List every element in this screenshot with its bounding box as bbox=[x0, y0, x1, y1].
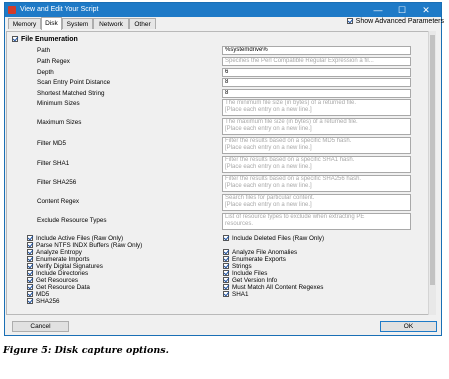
field-label-content-regex: Content Regex bbox=[37, 198, 80, 205]
option-include-directories[interactable]: Include Directories bbox=[27, 270, 88, 277]
show-advanced-toggle[interactable]: Show Advanced Parameters bbox=[346, 17, 444, 27]
app-icon bbox=[8, 6, 16, 14]
option-enumerate-exports[interactable]: Enumerate Exports bbox=[223, 256, 286, 263]
field-label-path: Path bbox=[37, 47, 50, 54]
tab-network[interactable]: Network bbox=[93, 18, 129, 29]
option-enumerate-imports[interactable]: Enumerate Imports bbox=[27, 256, 90, 263]
option-label: SHA1 bbox=[232, 291, 249, 298]
option-include-files[interactable]: Include Files bbox=[223, 270, 267, 277]
window-title: View and Edit Your Script bbox=[20, 6, 99, 13]
field-label-minimum-sizes: Minimum Sizes bbox=[37, 100, 80, 107]
option-include-deleted-files[interactable]: Include Deleted Files (Raw Only) bbox=[223, 235, 324, 242]
filter-sha256-input[interactable]: Filter the results based on a specific S… bbox=[222, 175, 411, 192]
tab-other[interactable]: Other bbox=[129, 18, 156, 29]
file-enumeration-label: File Enumeration bbox=[21, 36, 78, 43]
option-get-version-info[interactable]: Get Version Info bbox=[223, 277, 277, 284]
option-verify-digital-signatures[interactable]: Verify Digital Signatures bbox=[27, 263, 103, 270]
close-icon[interactable]: ✕ bbox=[415, 3, 437, 17]
option-label: Analyze File Anomalies bbox=[232, 249, 298, 256]
option-sha256[interactable]: SHA256 bbox=[27, 298, 59, 305]
exclude-resource-types-input[interactable]: List of resource types to exclude when e… bbox=[222, 213, 411, 230]
checkbox[interactable] bbox=[27, 284, 33, 291]
option-label: Get Resources bbox=[36, 277, 78, 284]
option-get-resources[interactable]: Get Resources bbox=[27, 277, 78, 284]
field-label-maximum-sizes: Maximum Sizes bbox=[37, 119, 82, 126]
option-label: Include Active Files (Raw Only) bbox=[36, 235, 124, 242]
checkbox[interactable] bbox=[27, 291, 33, 298]
option-label: SHA256 bbox=[36, 298, 60, 305]
title-bar: View and Edit Your Script — ☐ ✕ bbox=[5, 3, 441, 17]
option-label: Verify Digital Signatures bbox=[36, 263, 103, 270]
field-label-path-regex: Path Regex bbox=[37, 58, 70, 65]
vertical-scrollbar[interactable] bbox=[428, 31, 436, 315]
tab-memory[interactable]: Memory bbox=[8, 18, 41, 29]
field-label-scan-entry-point-distance: Scan Entry Point Distance bbox=[37, 79, 111, 86]
scan-entry-point-distance-input[interactable]: 8 bbox=[222, 78, 411, 87]
checkbox[interactable] bbox=[27, 242, 33, 249]
checkbox[interactable] bbox=[223, 263, 229, 270]
checkbox[interactable] bbox=[27, 298, 33, 305]
tab-system[interactable]: System bbox=[62, 18, 93, 29]
checkbox[interactable] bbox=[223, 249, 229, 256]
show-advanced-checkbox[interactable] bbox=[346, 18, 353, 25]
field-label-filter-sha1: Filter SHA1 bbox=[37, 160, 70, 167]
checkbox[interactable] bbox=[27, 235, 33, 242]
checkbox[interactable] bbox=[223, 277, 229, 284]
scrollbar-thumb[interactable] bbox=[430, 35, 435, 285]
ok-button[interactable]: OK bbox=[380, 321, 437, 332]
checkbox[interactable] bbox=[27, 256, 33, 263]
checkbox[interactable] bbox=[223, 270, 229, 277]
minimum-sizes-input[interactable]: The minimum file size (in bytes) of a re… bbox=[222, 99, 411, 116]
tab-disk[interactable]: Disk bbox=[41, 17, 62, 30]
option-label: Enumerate Exports bbox=[232, 256, 286, 263]
filter-md5-input[interactable]: Filter the results based on a specific M… bbox=[222, 137, 411, 154]
maximum-sizes-input[interactable]: The maximum file size (in bytes) of a re… bbox=[222, 118, 411, 135]
option-label: Must Match All Content Regexes bbox=[232, 284, 324, 291]
field-label-shortest-matched-string: Shortest Matched String bbox=[37, 90, 105, 97]
file-enumeration-checkbox[interactable] bbox=[12, 36, 18, 43]
option-must-match-all-content-regexes[interactable]: Must Match All Content Regexes bbox=[223, 284, 323, 291]
field-label-filter-md5: Filter MD5 bbox=[37, 140, 67, 147]
option-include-active-files[interactable]: Include Active Files (Raw Only) bbox=[27, 235, 123, 242]
checkbox[interactable] bbox=[223, 284, 229, 291]
filter-sha1-input[interactable]: Filter the results based on a specific S… bbox=[222, 156, 411, 173]
checkbox[interactable] bbox=[27, 277, 33, 284]
checkbox[interactable] bbox=[223, 235, 229, 242]
option-analyze-file-anomalies[interactable]: Analyze File Anomalies bbox=[223, 249, 297, 256]
option-label: Strings bbox=[232, 263, 252, 270]
option-analyze-entropy[interactable]: Analyze Entropy bbox=[27, 249, 82, 256]
maximize-icon[interactable]: ☐ bbox=[391, 3, 413, 17]
checkbox[interactable] bbox=[27, 249, 33, 256]
option-get-resource-data[interactable]: Get Resource Data bbox=[27, 284, 90, 291]
option-sha1[interactable]: SHA1 bbox=[223, 291, 248, 298]
checkbox[interactable] bbox=[27, 270, 33, 277]
field-label-depth: Depth bbox=[37, 69, 54, 76]
depth-input[interactable]: 6 bbox=[222, 68, 411, 77]
minimize-icon[interactable]: — bbox=[367, 3, 389, 17]
option-label: MD5 bbox=[36, 291, 50, 298]
option-label: Parse NTFS INDX Buffers (Raw Only) bbox=[36, 242, 143, 249]
checkbox[interactable] bbox=[27, 263, 33, 270]
option-label: Analyze Entropy bbox=[36, 249, 82, 256]
file-enumeration-section[interactable]: File Enumeration bbox=[12, 35, 78, 44]
figure-caption: Figure 5: Disk capture options. bbox=[3, 345, 169, 356]
option-label: Include Deleted Files (Raw Only) bbox=[232, 235, 325, 242]
field-label-filter-sha256: Filter SHA256 bbox=[37, 179, 77, 186]
option-label: Get Resource Data bbox=[36, 284, 90, 291]
shortest-matched-string-input[interactable]: 8 bbox=[222, 89, 411, 98]
field-label-exclude-resource-types: Exclude Resource Types bbox=[37, 217, 107, 224]
option-label: Get Version Info bbox=[232, 277, 278, 284]
option-parse-ntfs-indx-buffers[interactable]: Parse NTFS INDX Buffers (Raw Only) bbox=[27, 242, 142, 249]
path-regex-input[interactable]: Specifies the Perl Compatible Regular Ex… bbox=[222, 57, 411, 66]
checkbox[interactable] bbox=[223, 291, 229, 298]
option-label: Enumerate Imports bbox=[36, 256, 90, 263]
option-label: Include Directories bbox=[36, 270, 89, 277]
show-advanced-label: Show Advanced Parameters bbox=[355, 18, 444, 25]
content-regex-input[interactable]: Search files for particular content. [Pl… bbox=[222, 194, 411, 211]
path-input[interactable]: %systemdrive% bbox=[222, 46, 411, 55]
cancel-button[interactable]: Cancel bbox=[12, 321, 69, 332]
option-label: Include Files bbox=[232, 270, 268, 277]
checkbox[interactable] bbox=[223, 256, 229, 263]
